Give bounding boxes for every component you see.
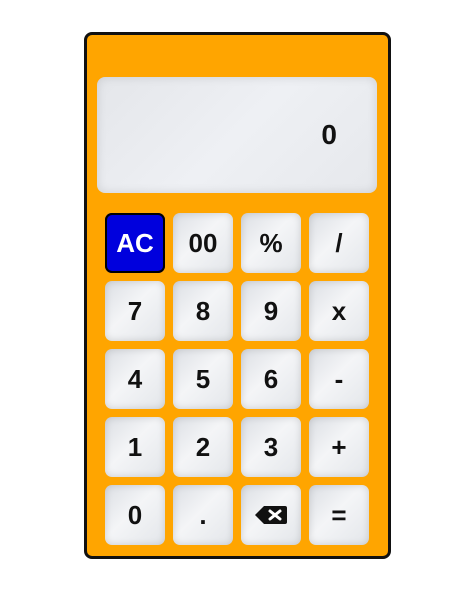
multiply-button[interactable]: x: [309, 281, 369, 341]
seven-button[interactable]: 7: [105, 281, 165, 341]
keypad: AC 00 % / 7 8 9 x 4 5 6 - 1 2 3 + 0 . =: [105, 213, 369, 545]
five-button[interactable]: 5: [173, 349, 233, 409]
one-button[interactable]: 1: [105, 417, 165, 477]
two-button[interactable]: 2: [173, 417, 233, 477]
divide-button[interactable]: /: [309, 213, 369, 273]
add-button[interactable]: +: [309, 417, 369, 477]
nine-button[interactable]: 9: [241, 281, 301, 341]
eight-button[interactable]: 8: [173, 281, 233, 341]
decimal-button[interactable]: .: [173, 485, 233, 545]
four-button[interactable]: 4: [105, 349, 165, 409]
clear-button[interactable]: AC: [105, 213, 165, 273]
backspace-button[interactable]: [241, 485, 301, 545]
equals-button[interactable]: =: [309, 485, 369, 545]
zero-button[interactable]: 0: [105, 485, 165, 545]
three-button[interactable]: 3: [241, 417, 301, 477]
calculator: 0 AC 00 % / 7 8 9 x 4 5 6 - 1 2 3 + 0 . …: [84, 32, 391, 559]
backspace-icon: [255, 506, 287, 524]
double-zero-button[interactable]: 00: [173, 213, 233, 273]
six-button[interactable]: 6: [241, 349, 301, 409]
display-value: 0: [321, 119, 337, 150]
percent-button[interactable]: %: [241, 213, 301, 273]
display-screen: 0: [97, 77, 377, 193]
subtract-button[interactable]: -: [309, 349, 369, 409]
